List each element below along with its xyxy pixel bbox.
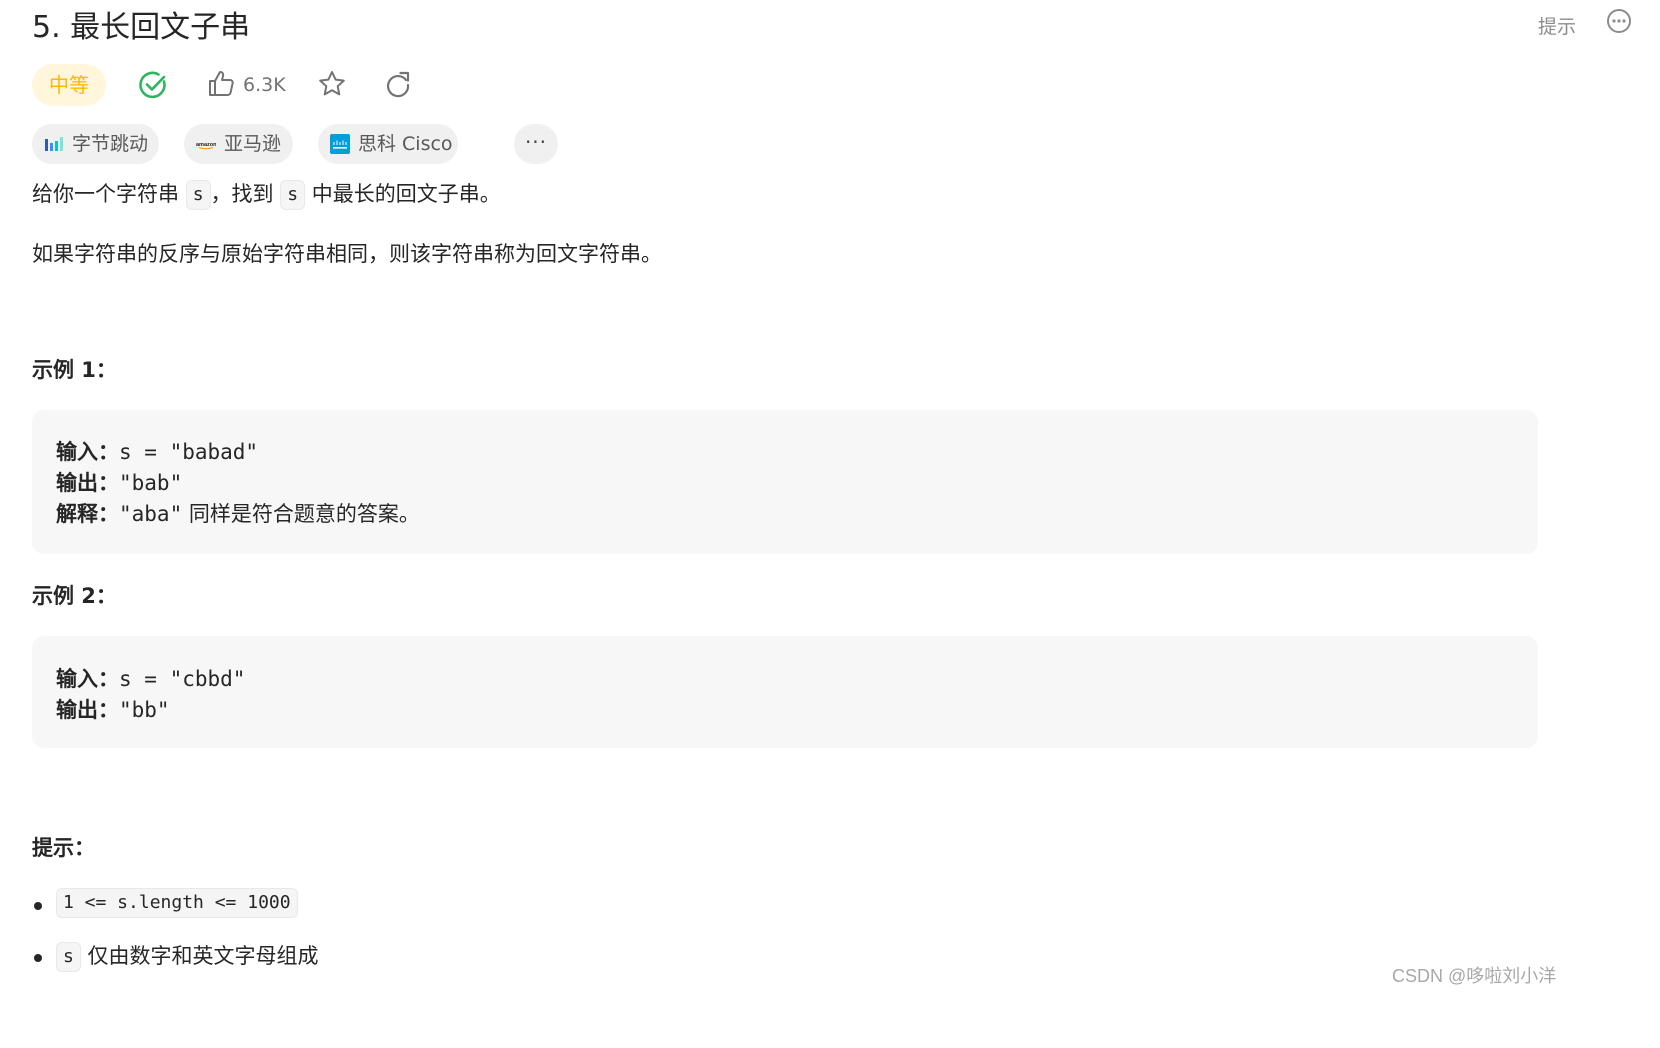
tag-label: 字节跳动	[72, 133, 149, 155]
company-tags: 字节跳动 amazon 亚马逊 思科 Cisco ···	[32, 124, 632, 164]
description-paragraph-2: 如果字符串的反序与原始字符串相同，则该字符串称为回文字符串。	[32, 242, 662, 266]
tag-bytedance[interactable]: 字节跳动	[32, 124, 159, 164]
tag-amazon[interactable]: amazon 亚马逊	[184, 124, 293, 164]
inline-code: 1 <= s.length <= 1000	[56, 888, 298, 918]
text: 同样是符合题意的答案。	[182, 502, 420, 526]
example-1-explanation: 解释："aba" 同样是符合题意的答案。	[56, 498, 420, 528]
hint-link[interactable]: 提示	[1538, 12, 1576, 39]
value: s = "cbbd"	[119, 667, 246, 691]
value: "bab"	[119, 471, 183, 495]
value: s = "babad"	[119, 440, 259, 464]
amazon-logo-icon: amazon	[196, 142, 216, 150]
example-1-input: 输入：s = "babad"	[56, 436, 258, 466]
example-1-output: 输出："bab"	[56, 467, 182, 497]
constraint-item-1: 1 <= s.length <= 1000	[56, 888, 298, 918]
label: 输入：	[56, 440, 119, 464]
solved-check-icon	[139, 71, 166, 99]
label: 输出：	[56, 471, 119, 495]
example-2-input: 输入：s = "cbbd"	[56, 663, 245, 693]
example-1-heading: 示例 1：	[32, 358, 117, 382]
label: 解释：	[56, 502, 119, 526]
value: "aba"	[119, 502, 183, 526]
bytedance-logo-icon	[45, 137, 63, 151]
bullet-dot	[34, 954, 42, 962]
problem-meta-row: 中等 6.3K	[32, 64, 632, 106]
bullet-dot	[34, 902, 42, 910]
tag-label: 亚马逊	[224, 133, 282, 155]
constraint-item-2: s 仅由数字和英文字母组成	[56, 940, 319, 972]
tag-label: 思科 Cisco	[358, 133, 453, 155]
inline-code: s	[280, 180, 306, 210]
thumbs-up-icon	[209, 71, 234, 96]
tag-cisco[interactable]: 思科 Cisco	[318, 124, 458, 164]
constraints-heading: 提示：	[32, 836, 95, 860]
label: 输入：	[56, 667, 119, 691]
inline-code: s	[185, 180, 211, 210]
refresh-share-icon[interactable]	[382, 68, 414, 100]
description-paragraph-1: 给你一个字符串 s ，找到 s 中最长的回文子串。	[32, 178, 501, 210]
text: 中最长的回文子串。	[305, 182, 501, 206]
label: 输出：	[56, 698, 119, 722]
value: "bb"	[119, 698, 170, 722]
like-count: 6.3K	[243, 74, 286, 96]
text: 仅由数字和英文字母组成	[80, 944, 319, 968]
more-options-icon[interactable]	[1604, 6, 1634, 36]
example-1-block: 输入：s = "babad" 输出："bab" 解释："aba" 同样是符合题意…	[32, 410, 1538, 554]
tags-more-button[interactable]: ···	[514, 124, 558, 164]
more-dots-icon: ···	[524, 130, 548, 154]
text: ，找到	[210, 182, 281, 206]
cisco-logo-icon	[330, 134, 350, 154]
svg-text:amazon: amazon	[196, 142, 216, 148]
example-2-output: 输出："bb"	[56, 694, 170, 724]
example-2-block: 输入：s = "cbbd" 输出："bb"	[32, 636, 1538, 748]
watermark: CSDN @哆啦刘小洋	[1392, 966, 1557, 986]
star-icon[interactable]	[316, 68, 348, 100]
problem-title: 5. 最长回文子串	[32, 10, 251, 45]
difficulty-badge: 中等	[32, 64, 106, 106]
inline-code: s	[56, 942, 81, 972]
text: 给你一个字符串	[32, 182, 186, 206]
example-2-heading: 示例 2：	[32, 584, 117, 608]
